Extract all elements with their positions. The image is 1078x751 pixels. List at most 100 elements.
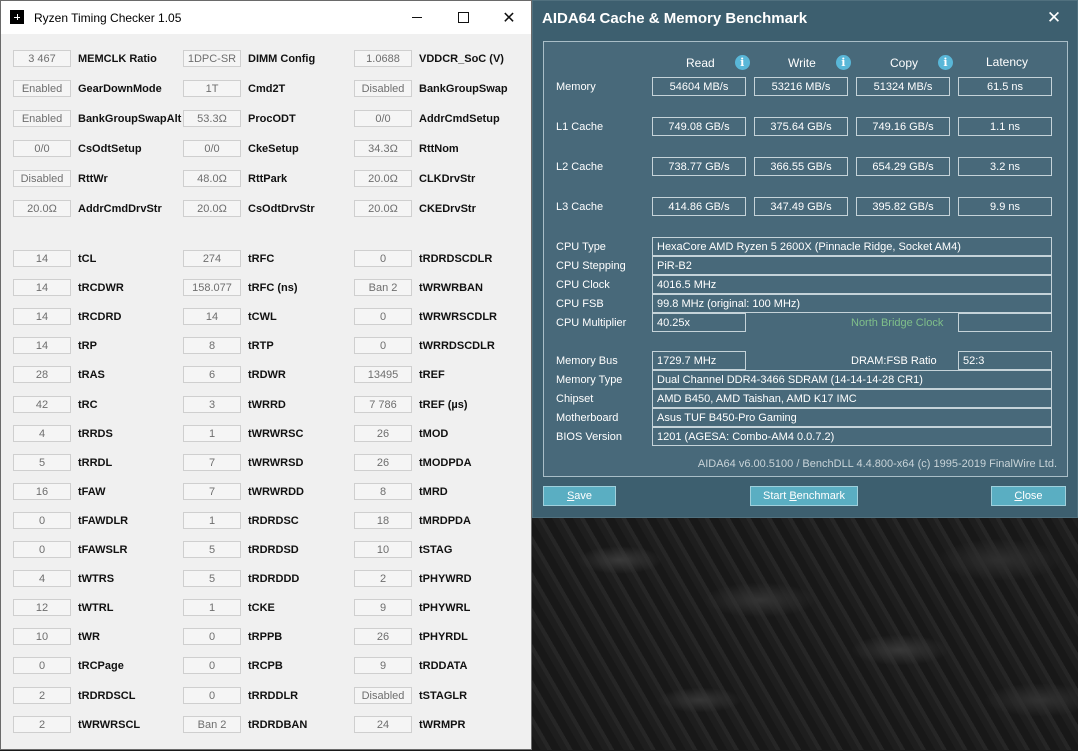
timing-value-field[interactable]: 0 <box>354 250 412 267</box>
aida-titlebar[interactable]: AIDA64 Cache & Memory Benchmark ✕ <box>533 1 1077 35</box>
timing-value-field[interactable]: 2 <box>13 716 71 733</box>
timing-value-field[interactable]: 2 <box>354 570 412 587</box>
timing-value-field[interactable]: 6 <box>183 366 241 383</box>
close-button[interactable]: ✕ <box>486 1 532 34</box>
row-label-memory: Memory <box>556 81 596 93</box>
timing-value-field[interactable]: 10 <box>13 628 71 645</box>
timing-value-field[interactable]: 5 <box>183 541 241 558</box>
rtc-timings-grid: 3 467 MEMCLK Ratio 1DPC-SR DIMM Config 1.068… <box>1 34 533 751</box>
timing-value-field[interactable]: 0/0 <box>13 140 71 157</box>
l1-latency-value: 1.1 ns <box>958 117 1052 136</box>
info-icon[interactable]: i <box>835 55 851 70</box>
timing-value-field[interactable]: 14 <box>13 337 71 354</box>
timing-value-field[interactable]: 20.0Ω <box>354 170 412 187</box>
timing-value-field[interactable]: 26 <box>354 628 412 645</box>
timing-value-field[interactable]: 1 <box>183 599 241 616</box>
aida-close-button[interactable]: ✕ <box>1031 1 1077 35</box>
timing-cell: 20.0Ω CLKDrvStr <box>354 169 475 188</box>
timing-value-field[interactable]: 10 <box>354 541 412 558</box>
timing-value-field[interactable]: 12 <box>13 599 71 616</box>
timing-value-field[interactable]: Ban 2 <box>354 279 412 296</box>
timing-value-field[interactable]: Disabled <box>354 687 412 704</box>
timing-value-field[interactable]: 26 <box>354 454 412 471</box>
timing-value-field[interactable]: 5 <box>13 454 71 471</box>
timing-value-field[interactable]: 20.0Ω <box>354 200 412 217</box>
timing-value-field[interactable]: 34.3Ω <box>354 140 412 157</box>
timing-value-field[interactable]: 4 <box>13 425 71 442</box>
close-benchmark-button[interactable]: Close <box>991 486 1066 506</box>
timing-value-field[interactable]: Disabled <box>13 170 71 187</box>
timing-value-field[interactable]: 158.077 <box>183 279 241 296</box>
timing-value-field[interactable]: 26 <box>354 425 412 442</box>
timing-value-field[interactable]: 4 <box>13 570 71 587</box>
save-button[interactable]: Save <box>543 486 616 506</box>
start-benchmark-button[interactable]: Start Benchmark <box>750 486 858 506</box>
timing-value-field[interactable]: 3 <box>183 396 241 413</box>
timing-value-field[interactable]: 0 <box>183 657 241 674</box>
info-icon[interactable]: i <box>938 55 954 70</box>
maximize-button[interactable] <box>440 1 486 34</box>
timing-value-field[interactable]: 24 <box>354 716 412 733</box>
timing-label: tMRDPDA <box>419 514 471 527</box>
timing-value-field[interactable]: 7 786 <box>354 396 412 413</box>
timing-value-field[interactable]: 14 <box>183 308 241 325</box>
timing-value-field[interactable]: Enabled <box>13 110 71 127</box>
timing-value-field[interactable]: 14 <box>13 308 71 325</box>
timing-value-field[interactable]: 0 <box>13 657 71 674</box>
rtc-title: Ryzen Timing Checker 1.05 <box>34 11 182 25</box>
timing-value-field[interactable]: 1T <box>183 80 241 97</box>
l3-copy-value: 395.82 GB/s <box>856 197 950 216</box>
timing-value-field[interactable]: 48.0Ω <box>183 170 241 187</box>
timing-cell: 42 tRC <box>13 395 98 414</box>
timing-value-field[interactable]: 20.0Ω <box>183 200 241 217</box>
timing-value-field[interactable]: 8 <box>183 337 241 354</box>
start-benchmark-label: Start Benchmark <box>763 490 845 502</box>
timing-value-field[interactable]: 1DPC-SR <box>183 50 241 67</box>
timing-label: tRAS <box>78 368 105 381</box>
timing-value-field[interactable]: 20.0Ω <box>13 200 71 217</box>
timing-value-field[interactable]: 53.3Ω <box>183 110 241 127</box>
timing-value-field[interactable]: 14 <box>13 250 71 267</box>
timing-value-field[interactable]: 0 <box>13 541 71 558</box>
timing-value-field[interactable]: 7 <box>183 483 241 500</box>
timing-value-field[interactable]: 2 <box>13 687 71 704</box>
timing-value-field[interactable]: Ban 2 <box>183 716 241 733</box>
timing-label: tPHYWRL <box>419 601 471 614</box>
info-icon[interactable]: i <box>734 55 750 70</box>
timing-value-field[interactable]: 0 <box>354 337 412 354</box>
timing-value-field[interactable]: 0/0 <box>354 110 412 127</box>
timing-cell: 2 tPHYWRD <box>354 569 472 588</box>
timing-value-field[interactable]: 28 <box>13 366 71 383</box>
timing-value-field[interactable]: 3 467 <box>13 50 71 67</box>
timing-value-field[interactable]: 1 <box>183 512 241 529</box>
timing-value-field[interactable]: 14 <box>13 279 71 296</box>
timing-value-field[interactable]: 0/0 <box>183 140 241 157</box>
timing-value-field[interactable]: 1.0688 <box>354 50 412 67</box>
timing-value-field[interactable]: 0 <box>13 512 71 529</box>
timing-cell: 0 tFAWDLR <box>13 511 128 530</box>
timing-value-field[interactable]: 18 <box>354 512 412 529</box>
row-label-l1: L1 Cache <box>556 121 604 133</box>
rtc-titlebar[interactable]: Ryzen Timing Checker 1.05 ✕ <box>1 1 531 34</box>
timing-value-field[interactable]: 7 <box>183 454 241 471</box>
timing-value-field[interactable]: 9 <box>354 599 412 616</box>
cpu-type-label: CPU Type <box>556 241 606 253</box>
timing-value-field[interactable]: 0 <box>354 308 412 325</box>
timing-value-field[interactable]: 5 <box>183 570 241 587</box>
cpu-clock-value: 4016.5 MHz <box>652 275 1052 294</box>
timing-label: tRP <box>78 339 97 352</box>
timing-value-field[interactable]: 0 <box>183 687 241 704</box>
timing-value-field[interactable]: 42 <box>13 396 71 413</box>
timing-value-field[interactable]: 1 <box>183 425 241 442</box>
timing-value-field[interactable]: 13495 <box>354 366 412 383</box>
timing-value-field[interactable]: Enabled <box>13 80 71 97</box>
timing-label: tFAWSLR <box>78 543 128 556</box>
timing-value-field[interactable]: 0 <box>183 628 241 645</box>
timing-value-field[interactable]: 274 <box>183 250 241 267</box>
timing-value-field[interactable]: Disabled <box>354 80 412 97</box>
timing-value-field[interactable]: 8 <box>354 483 412 500</box>
timing-value-field[interactable]: 9 <box>354 657 412 674</box>
timing-cell: 1 tRDRDSC <box>183 511 299 530</box>
minimize-button[interactable] <box>394 1 440 34</box>
timing-value-field[interactable]: 16 <box>13 483 71 500</box>
